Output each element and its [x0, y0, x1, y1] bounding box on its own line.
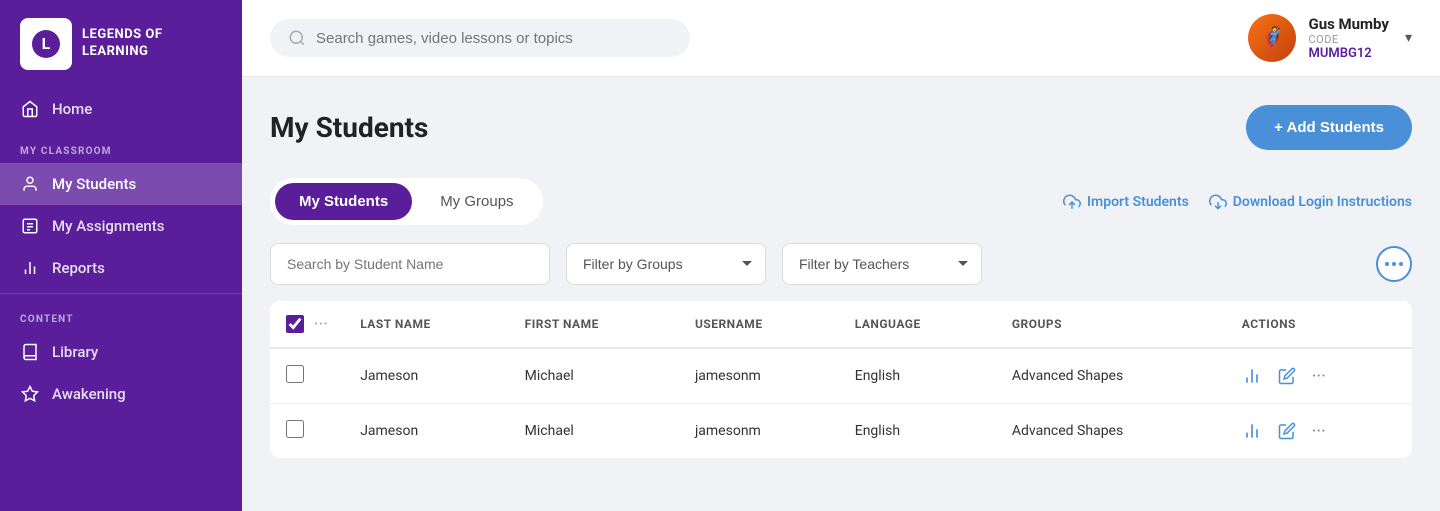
- chart-icon-1[interactable]: [1242, 421, 1262, 441]
- table-row: Jameson Michael jamesonm English Advance…: [270, 404, 1412, 459]
- table-header-row: ··· LAST NAME FIRST NAME USERNAME LANGUA…: [270, 301, 1412, 348]
- topbar: 🦸 Gus Mumby CODE MUMBG12 ▾: [242, 0, 1440, 77]
- library-icon: [20, 342, 40, 362]
- sidebar: L LEGENDS OF LEARNING Home MY CLASSROOM …: [0, 0, 242, 511]
- col-first-name: FIRST NAME: [509, 301, 679, 348]
- row-groups: Advanced Shapes: [996, 348, 1226, 404]
- row-language: English: [839, 404, 996, 459]
- library-label: Library: [52, 343, 98, 361]
- tab-my-groups[interactable]: My Groups: [416, 183, 537, 220]
- user-info: Gus Mumby CODE MUMBG12: [1308, 15, 1389, 61]
- header-dots: ···: [314, 316, 328, 332]
- row-first-name: Michael: [509, 348, 679, 404]
- logo-icon: L: [20, 18, 72, 70]
- filter-teachers-select[interactable]: Filter by Teachers: [782, 243, 982, 285]
- chart-icon-0[interactable]: [1242, 366, 1262, 386]
- header-checkbox-cell: ···: [270, 301, 344, 348]
- avatar: 🦸: [1248, 14, 1296, 62]
- edit-icon-1[interactable]: [1278, 422, 1296, 440]
- col-username: USERNAME: [679, 301, 839, 348]
- table-body: Jameson Michael jamesonm English Advance…: [270, 348, 1412, 458]
- download-login-label: Download Login Instructions: [1233, 194, 1412, 210]
- tabs-container: My Students My Groups: [270, 178, 543, 225]
- sidebar-item-library[interactable]: Library: [0, 331, 242, 373]
- student-search-input[interactable]: [270, 243, 550, 285]
- col-groups: GROUPS: [996, 301, 1226, 348]
- row-last-name: Jameson: [344, 404, 508, 459]
- more-options-button[interactable]: [1376, 246, 1412, 282]
- col-language: LANGUAGE: [839, 301, 996, 348]
- my-assignments-label: My Assignments: [52, 217, 164, 235]
- row-groups: Advanced Shapes: [996, 404, 1226, 459]
- tabs-bar: My Students My Groups Import Students Do…: [270, 178, 1412, 225]
- students-table: ··· LAST NAME FIRST NAME USERNAME LANGUA…: [270, 301, 1412, 458]
- row-more-icon-1[interactable]: ···: [1312, 421, 1326, 442]
- search-icon: [288, 29, 306, 47]
- import-students-label: Import Students: [1087, 194, 1189, 210]
- row-actions-cell: ···: [1226, 348, 1412, 404]
- row-first-name: Michael: [509, 404, 679, 459]
- row-username: jamesonm: [679, 348, 839, 404]
- svg-text:L: L: [42, 34, 51, 53]
- logo-text: LEGENDS OF LEARNING: [82, 27, 162, 61]
- row-more-icon-0[interactable]: ···: [1312, 366, 1326, 387]
- download-icon: [1209, 193, 1227, 211]
- sidebar-item-my-assignments[interactable]: My Assignments: [0, 205, 242, 247]
- row-language: English: [839, 348, 996, 404]
- sidebar-item-awakening[interactable]: Awakening: [0, 373, 242, 415]
- row-last-name: Jameson: [344, 348, 508, 404]
- my-students-icon: [20, 174, 40, 194]
- sidebar-divider: [0, 293, 242, 294]
- my-assignments-icon: [20, 216, 40, 236]
- row-checkbox-1[interactable]: [286, 420, 304, 438]
- chevron-down-icon: ▾: [1405, 30, 1412, 46]
- sidebar-item-home[interactable]: Home: [0, 88, 242, 130]
- sidebar-item-reports[interactable]: Reports: [0, 247, 242, 289]
- my-students-label: My Students: [52, 175, 136, 193]
- user-name: Gus Mumby: [1308, 15, 1389, 33]
- awakening-label: Awakening: [52, 385, 126, 403]
- section-classroom-label: MY CLASSROOM: [0, 130, 242, 163]
- filter-groups-select[interactable]: Filter by Groups: [566, 243, 766, 285]
- user-code-label: CODE: [1308, 33, 1389, 46]
- col-last-name: LAST NAME: [344, 301, 508, 348]
- sidebar-logo: L LEGENDS OF LEARNING: [0, 0, 242, 88]
- section-content-label: CONTENT: [0, 298, 242, 331]
- user-profile[interactable]: 🦸 Gus Mumby CODE MUMBG12 ▾: [1248, 14, 1412, 62]
- sidebar-item-my-students[interactable]: My Students: [0, 163, 242, 205]
- content-area: My Students + Add Students My Students M…: [242, 77, 1440, 511]
- col-actions: ACTIONS: [1226, 301, 1412, 348]
- import-students-link[interactable]: Import Students: [1063, 193, 1189, 211]
- ellipsis-icon: [1385, 262, 1403, 266]
- tab-my-students[interactable]: My Students: [275, 183, 412, 220]
- row-checkbox-0[interactable]: [286, 365, 304, 383]
- row-checkbox-cell: [270, 404, 344, 459]
- import-icon: [1063, 193, 1081, 211]
- edit-icon-0[interactable]: [1278, 367, 1296, 385]
- user-code-value: MUMBG12: [1308, 46, 1389, 61]
- table-row: Jameson Michael jamesonm English Advance…: [270, 348, 1412, 404]
- home-icon: [20, 99, 40, 119]
- row-checkbox-cell: [270, 348, 344, 404]
- home-label: Home: [52, 100, 92, 118]
- page-header: My Students + Add Students: [270, 105, 1412, 150]
- global-search-input[interactable]: [316, 30, 672, 47]
- add-students-button[interactable]: + Add Students: [1246, 105, 1412, 150]
- page-title: My Students: [270, 111, 428, 144]
- download-login-link[interactable]: Download Login Instructions: [1209, 193, 1412, 211]
- global-search-bar[interactable]: [270, 19, 690, 57]
- row-actions-cell: ···: [1226, 404, 1412, 459]
- filters-row: Filter by Groups Filter by Teachers: [270, 243, 1412, 285]
- reports-label: Reports: [52, 259, 105, 277]
- select-all-checkbox[interactable]: [286, 315, 304, 333]
- reports-icon: [20, 258, 40, 278]
- tabs-actions: Import Students Download Login Instructi…: [1063, 193, 1412, 211]
- awakening-icon: [20, 384, 40, 404]
- main-content: 🦸 Gus Mumby CODE MUMBG12 ▾ My Students +…: [242, 0, 1440, 511]
- students-table-container: ··· LAST NAME FIRST NAME USERNAME LANGUA…: [270, 301, 1412, 458]
- row-username: jamesonm: [679, 404, 839, 459]
